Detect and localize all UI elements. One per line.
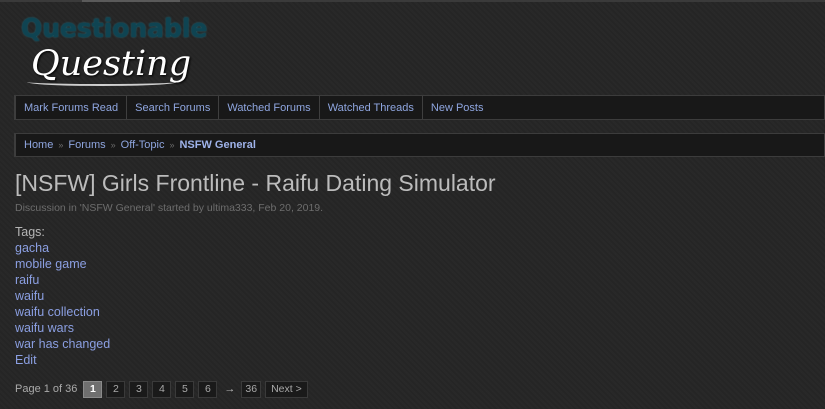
pagination: Page 1 of 36 1 2 3 4 5 6 → 36 Next >: [15, 380, 312, 398]
tag-link[interactable]: waifu wars: [15, 320, 110, 336]
breadcrumb: Home » Forums » Off-Topic » NSFW General: [14, 133, 825, 157]
tag-list: Tags: gacha mobile game raifu waifu waif…: [15, 224, 110, 368]
breadcrumb-separator: »: [58, 140, 64, 150]
page-jump-arrow[interactable]: →: [224, 383, 235, 395]
logo-text-top: Questionable: [21, 14, 208, 44]
logo-swoosh: [27, 78, 177, 86]
top-border: [0, 0, 825, 2]
tag-link[interactable]: gacha: [15, 240, 110, 256]
page-link-current[interactable]: 1: [83, 380, 103, 398]
page-link[interactable]: 5: [175, 380, 195, 398]
page-title: [NSFW] Girls Frontline - Raifu Dating Si…: [15, 170, 496, 196]
tag-link[interactable]: waifu collection: [15, 304, 110, 320]
edit-tags-link[interactable]: Edit: [15, 352, 110, 368]
nav-new-posts[interactable]: New Posts: [423, 96, 492, 119]
nav-watched-threads[interactable]: Watched Threads: [320, 96, 423, 119]
breadcrumb-home[interactable]: Home: [24, 139, 53, 151]
nav-search-forums[interactable]: Search Forums: [127, 96, 220, 119]
breadcrumb-separator: »: [110, 140, 116, 150]
top-tab-indicator: [82, 0, 180, 2]
page-link[interactable]: 4: [152, 380, 172, 398]
tag-link[interactable]: war has changed: [15, 336, 110, 352]
breadcrumb-separator: »: [169, 140, 175, 150]
forum-nav-bar: Mark Forums Read Search Forums Watched F…: [14, 95, 825, 120]
next-page-button[interactable]: Next >: [265, 380, 308, 398]
site-logo[interactable]: Questionable Questing: [21, 14, 207, 86]
thread-meta: Discussion in 'NSFW General' started by …: [15, 202, 324, 214]
breadcrumb-forums[interactable]: Forums: [68, 139, 105, 151]
breadcrumb-off-topic[interactable]: Off-Topic: [121, 139, 165, 151]
tag-link[interactable]: raifu: [15, 272, 110, 288]
page-link[interactable]: 3: [129, 380, 149, 398]
nav-watched-forums[interactable]: Watched Forums: [219, 96, 320, 119]
page-info: Page 1 of 36: [15, 383, 78, 395]
nav-mark-forums-read[interactable]: Mark Forums Read: [16, 96, 128, 119]
tag-link[interactable]: mobile game: [15, 256, 110, 272]
page-link[interactable]: 2: [106, 380, 126, 398]
tags-label: Tags:: [15, 225, 45, 239]
breadcrumb-current[interactable]: NSFW General: [179, 139, 255, 151]
page-link[interactable]: 6: [198, 380, 218, 398]
page-link-last[interactable]: 36: [241, 380, 262, 398]
tag-link[interactable]: waifu: [15, 288, 110, 304]
